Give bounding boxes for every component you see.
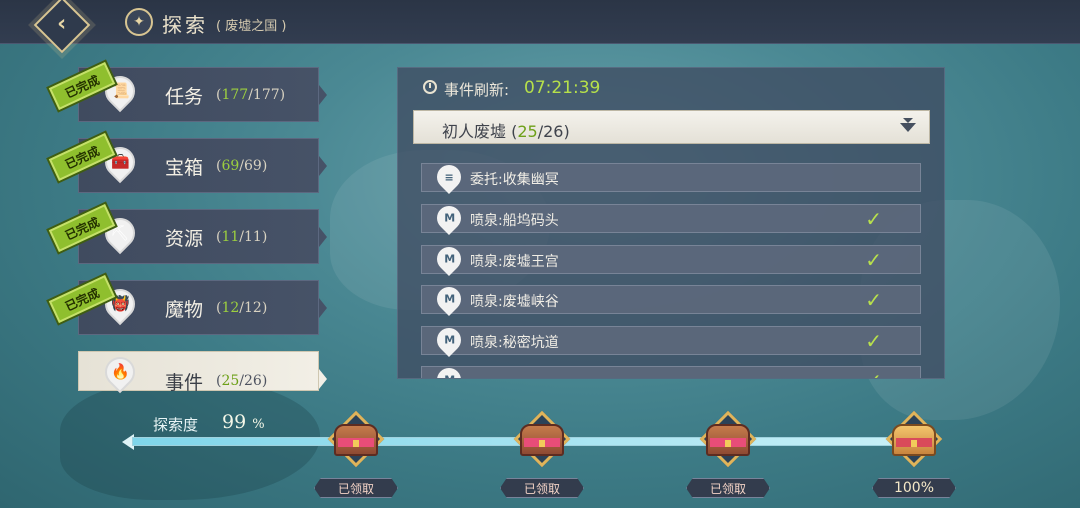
category-count: (11/11)	[216, 229, 268, 245]
event-row[interactable]: M ✓	[421, 363, 921, 378]
flame-icon: 🔥	[98, 350, 142, 394]
page-title: 探索	[162, 13, 208, 37]
refresh-timer: 07:21:39	[524, 78, 601, 98]
event-row[interactable]: ≡ 委托:收集幽冥	[421, 163, 921, 194]
compass-icon: ✦	[125, 8, 153, 36]
category-label: 魔物	[165, 299, 204, 321]
fountain-icon: M	[432, 201, 466, 235]
event-list[interactable]: ≡ 委托:收集幽冥 M 喷泉:船坞码头 ✓ M 喷泉:废墟王宫 ✓ M 喷泉:废…	[421, 163, 921, 378]
category-events[interactable]: 🔥 事件 (25/26)	[78, 350, 327, 394]
category-label: 任务	[165, 86, 204, 108]
event-row[interactable]: M 喷泉:废墟峡谷 ✓	[421, 282, 921, 316]
back-chevron-icon: ‹	[57, 11, 67, 37]
chevron-down-icon	[900, 118, 916, 132]
checkmark-icon: ✓	[865, 329, 882, 353]
category-count: (12/12)	[216, 300, 268, 316]
event-label: 喷泉:废墟峡谷	[470, 294, 559, 310]
area-dropdown-label: 初人废墟 (25/26)	[442, 122, 570, 141]
fountain-icon: M	[432, 363, 466, 378]
category-resources[interactable]: ⛏ 已完成 资源 (11/11)	[48, 204, 327, 264]
chest-icon	[334, 424, 378, 456]
completed-stamp: 已完成	[48, 204, 116, 252]
chest-icon	[706, 424, 750, 456]
category-count: (177/177)	[216, 87, 286, 103]
category-label: 资源	[165, 228, 204, 250]
scroll-icon: ≡	[432, 163, 466, 194]
exploration-label: 探索度	[153, 416, 199, 434]
reward-status-3: 已领取	[686, 478, 770, 498]
event-label: 委托:收集幽冥	[470, 172, 559, 188]
checkmark-icon: ✓	[865, 207, 882, 231]
checkmark-icon: ✓	[865, 248, 882, 272]
category-quests[interactable]: 📜 已完成 任务 (177/177)	[48, 62, 327, 122]
checkmark-icon: ✓	[865, 369, 882, 378]
fountain-icon: M	[432, 323, 466, 357]
reward-chest-final[interactable]	[884, 410, 944, 471]
fountain-icon: M	[432, 282, 466, 316]
page-subtitle: ( 废墟之国 )	[216, 19, 287, 34]
reward-status-final: 100%	[872, 478, 956, 498]
exploration-value: 99 %	[222, 411, 265, 433]
chest-icon	[520, 424, 564, 456]
completed-stamp: 已完成	[48, 62, 116, 110]
event-row[interactable]: M 喷泉:船坞码头 ✓	[421, 201, 921, 235]
completed-stamp: 已完成	[48, 275, 116, 323]
event-label: 喷泉:船坞码头	[470, 213, 559, 229]
reward-chest-2[interactable]	[512, 410, 572, 471]
event-row[interactable]: M 喷泉:废墟王宫 ✓	[421, 242, 921, 276]
refresh-label: 事件刷新:	[444, 81, 510, 99]
completed-stamp: 已完成	[48, 133, 116, 181]
reward-chest-3[interactable]	[698, 410, 758, 471]
category-label: 事件	[165, 372, 204, 394]
reward-status-1: 已领取	[314, 478, 398, 498]
category-monsters[interactable]: 👹 已完成 魔物 (12/12)	[48, 275, 327, 335]
clock-icon	[423, 80, 437, 94]
checkmark-icon: ✓	[865, 288, 882, 312]
event-label: 喷泉:秘密坑道	[470, 335, 559, 351]
category-label: 宝箱	[165, 157, 204, 179]
reward-status-2: 已领取	[500, 478, 584, 498]
event-row[interactable]: M 喷泉:秘密坑道 ✓	[421, 323, 921, 357]
category-count: (25/26)	[216, 373, 268, 389]
fountain-icon: M	[432, 242, 466, 276]
area-dropdown[interactable]: 初人废墟 (25/26)	[413, 110, 930, 144]
event-label: 喷泉:废墟王宫	[470, 254, 559, 270]
golden-chest-icon	[892, 424, 936, 456]
back-button[interactable]: ‹	[26, 0, 98, 54]
reward-chest-1[interactable]	[326, 410, 386, 471]
category-chests[interactable]: 🧰 已完成 宝箱 (69/69)	[48, 133, 327, 193]
category-count: (69/69)	[216, 158, 268, 174]
